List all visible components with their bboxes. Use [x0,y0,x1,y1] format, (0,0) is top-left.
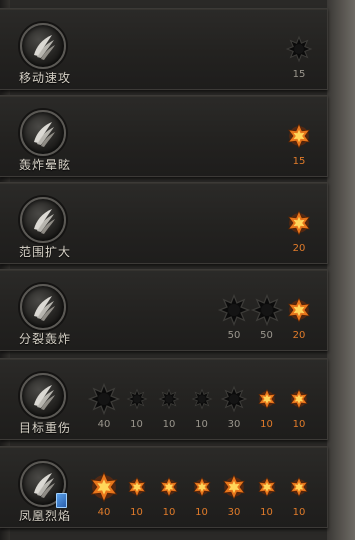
star-level-label: 20 [292,243,306,254]
star-level-label: 10 [260,419,273,430]
star-level-label: 30 [227,419,241,430]
skill-star-active[interactable] [285,209,313,237]
star-level-label: 10 [195,507,208,518]
skill-star-locked[interactable] [87,382,121,416]
feather-claw-icon[interactable] [20,197,66,243]
star-level-label: 15 [292,156,306,167]
skill-star-locked[interactable] [285,35,313,63]
skill-row[interactable]: 分裂轰炸 50 50 20 [0,269,328,351]
skill-row[interactable]: 轰炸晕眩 15 [0,95,328,177]
skill-star-active[interactable] [285,296,313,324]
skill-book-icon [56,493,67,508]
star-level-label: 10 [130,419,143,430]
skill-star-locked[interactable] [126,388,148,410]
skill-star-active[interactable] [220,473,248,501]
star-level-label: 50 [227,330,241,341]
skill-row[interactable]: 范围扩大 20 [0,182,328,264]
skill-star-active[interactable] [256,388,278,410]
star-level-label: 40 [97,419,111,430]
star-level-label: 10 [130,507,143,518]
skill-star-locked[interactable] [250,293,284,327]
skill-row[interactable]: 目标重伤 40 10 10 10 30 10 10 [0,358,328,440]
skill-name: 轰炸晕眩 [18,158,71,172]
feather-claw-icon[interactable] [20,23,66,69]
skill-star-active[interactable] [288,388,310,410]
skill-star-locked[interactable] [220,385,248,413]
skill-star-active[interactable] [285,122,313,150]
skill-name: 范围扩大 [18,245,71,259]
star-level-label: 15 [292,69,306,80]
star-level-label: 10 [162,507,176,518]
skill-row[interactable]: 凤凰烈焰 40 10 10 10 30 10 10 [0,446,328,528]
skill-star-locked[interactable] [191,388,213,410]
skill-star-active[interactable] [158,476,180,498]
star-level-label: 40 [97,507,111,518]
skill-name: 目标重伤 [18,421,71,435]
skill-star-active[interactable] [87,470,121,504]
skill-name: 分裂轰炸 [18,332,71,346]
star-level-label: 20 [292,330,306,341]
feather-claw-icon[interactable] [20,284,66,330]
skill-star-active[interactable] [288,476,310,498]
skill-name: 移动速攻 [18,71,71,85]
feather-claw-icon[interactable] [20,373,66,419]
star-level-label: 10 [162,419,176,430]
skill-list: 移动速攻 15 轰炸晕眩 15 范围扩大 20 分裂轰炸 50 50 20 目标重伤 40 10 10 10… [0,0,355,540]
star-level-label: 10 [195,419,208,430]
skill-name: 凤凰烈焰 [18,509,71,523]
star-level-label: 10 [292,507,306,518]
star-level-label: 50 [260,330,273,341]
star-level-label: 10 [260,507,273,518]
skill-row[interactable]: 移动速攻 15 [0,8,328,90]
skill-star-locked[interactable] [217,293,251,327]
skill-star-active[interactable] [256,476,278,498]
skill-star-active[interactable] [191,476,213,498]
skill-star-active[interactable] [126,476,148,498]
star-level-label: 10 [292,419,306,430]
skill-star-locked[interactable] [158,388,180,410]
star-level-label: 30 [227,507,241,518]
feather-claw-icon[interactable] [20,110,66,156]
